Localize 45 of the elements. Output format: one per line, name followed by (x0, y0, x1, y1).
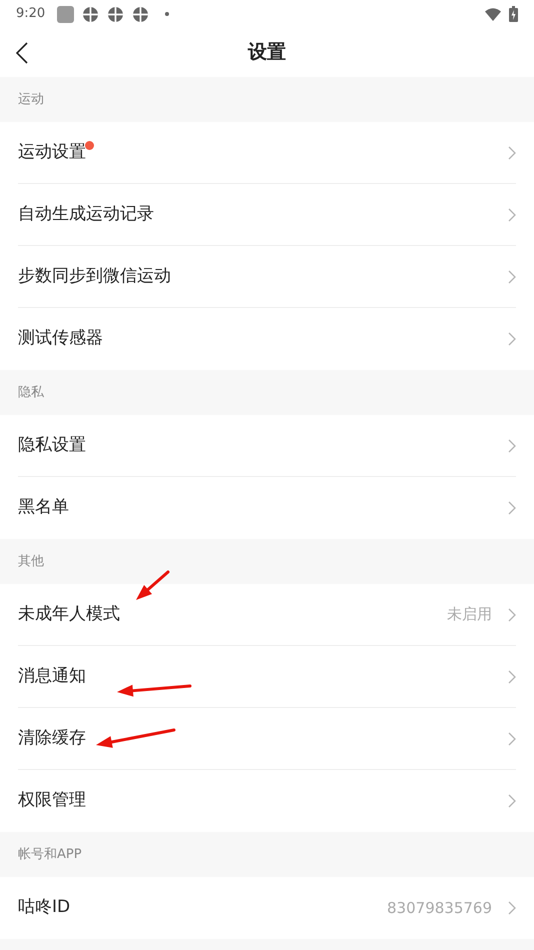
chevron-right-icon (508, 608, 516, 622)
row-value: 83079835769 (387, 898, 492, 919)
settings-row[interactable]: 运动设置 (18, 122, 516, 184)
section-header: 运动 (18, 90, 44, 109)
battery-charging-icon (509, 6, 518, 22)
row-label: 咕咚ID (18, 896, 70, 920)
annotation-arrow (136, 570, 170, 600)
more-notifications-icon (165, 12, 170, 16)
row-label: 步数同步到微信运动 (18, 264, 171, 288)
chevron-right-icon (508, 732, 516, 746)
row-label: 隐私设置 (18, 434, 86, 457)
row-label: 自动生成运动记录 (18, 202, 154, 226)
app-notification-icon (132, 6, 150, 22)
chevron-right-icon (508, 670, 516, 684)
settings-row[interactable]: 测试传感器 (18, 308, 516, 370)
app-notification-icon (82, 6, 100, 22)
wifi-icon (485, 8, 501, 20)
section-header: 隐私 (18, 384, 44, 402)
settings-row[interactable]: 隐私设置 (18, 415, 516, 477)
chevron-right-icon (508, 270, 516, 284)
settings-row[interactable]: 自动生成运动记录 (18, 184, 516, 246)
chevron-right-icon (508, 146, 516, 160)
chevron-right-icon (508, 794, 516, 808)
row-value: 未启用 (447, 604, 492, 626)
row-label: 未成年人模式 (18, 602, 120, 626)
row-label: 黑名单 (18, 496, 69, 520)
chevron-right-icon (508, 438, 516, 452)
row-label: 权限管理 (18, 789, 86, 812)
notification-icon (57, 6, 74, 22)
row-label: 清除缓存 (18, 726, 86, 750)
settings-row[interactable]: 黑名单 (18, 477, 516, 539)
row-label: 测试传感器 (18, 327, 103, 350)
settings-row[interactable]: 权限管理 (18, 770, 516, 832)
chevron-right-icon (508, 901, 516, 915)
settings-row[interactable]: 步数同步到微信运动 (18, 246, 516, 308)
page-title: 设置 (248, 40, 286, 66)
app-notification-icon (107, 6, 124, 22)
chevron-right-icon (508, 208, 516, 222)
status-time: 9:20 (16, 5, 46, 24)
chevron-right-icon (508, 501, 516, 515)
row-label: 消息通知 (18, 664, 86, 688)
section-header: 帐号和APP (18, 846, 82, 864)
chevron-right-icon (508, 332, 516, 346)
row-label: 运动设置 (18, 140, 86, 164)
section-header: 其他 (18, 552, 44, 571)
